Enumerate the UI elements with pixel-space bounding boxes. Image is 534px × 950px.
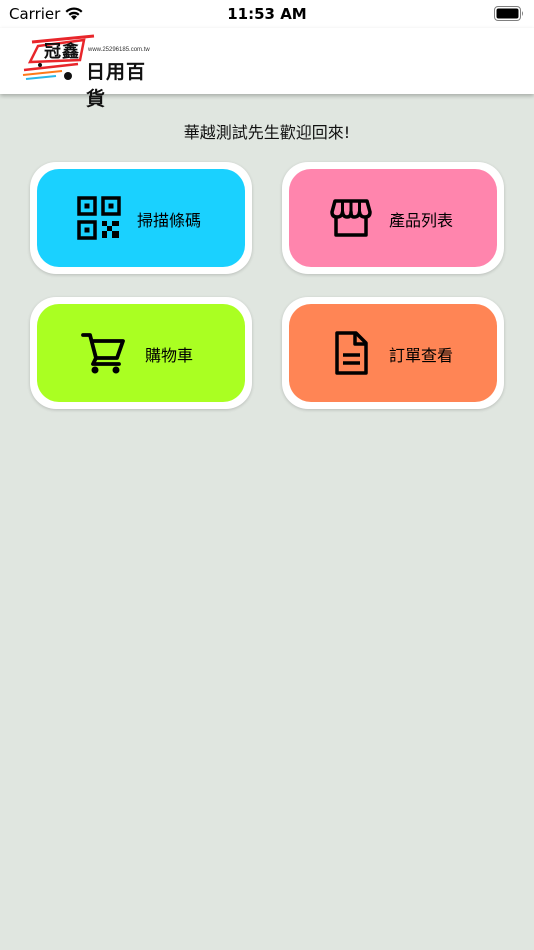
view-orders-label: 訂單查看 <box>389 346 454 365</box>
welcome-message: 華越測試先生歡迎回來! <box>183 123 351 142</box>
shopping-cart-tile-face: 購物車 <box>37 304 245 402</box>
logo-url: www.25296185.com.tw <box>88 47 150 53</box>
storefront-icon <box>330 199 372 237</box>
product-list-label: 產品列表 <box>389 211 454 230</box>
qr-code-icon <box>77 196 121 240</box>
document-icon <box>335 331 368 375</box>
logo-brand-name: 冠鑫 <box>44 42 80 62</box>
shopping-cart-button[interactable]: 購物車 <box>30 297 252 409</box>
battery-icon <box>494 6 523 21</box>
scan-barcode-button[interactable]: 掃描條碼 <box>30 162 252 274</box>
logo-tagline: 日用百貨 <box>86 61 147 110</box>
nav-bar: 冠鑫 www.25296185.com.tw 日用百貨 <box>0 28 534 110</box>
scan-barcode-tile-face: 掃描條碼 <box>37 169 245 267</box>
scan-barcode-label: 掃描條碼 <box>137 211 202 230</box>
product-list-button[interactable]: 產品列表 <box>282 162 504 274</box>
clock: 11:53 AM <box>227 5 307 23</box>
status-bar: Carrier 11:53 AM <box>0 0 534 28</box>
store-logo: 冠鑫 www.25296185.com.tw 日用百貨 <box>22 34 164 110</box>
shopping-cart-icon <box>81 333 125 374</box>
view-orders-button[interactable]: 訂單查看 <box>282 297 504 409</box>
view-orders-tile-face: 訂單查看 <box>289 304 497 402</box>
shopping-cart-label: 購物車 <box>145 346 194 365</box>
product-list-tile-face: 產品列表 <box>289 169 497 267</box>
